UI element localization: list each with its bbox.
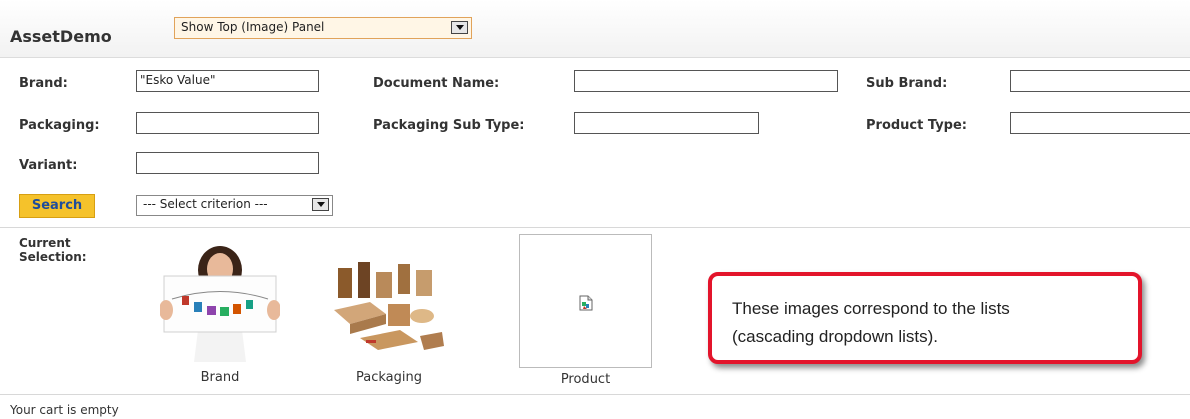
criterion-select[interactable]: --- Select criterion --- bbox=[136, 195, 333, 216]
document-name-field[interactable] bbox=[574, 70, 838, 92]
chevron-down-icon[interactable] bbox=[451, 21, 468, 34]
packaging-field[interactable] bbox=[136, 112, 319, 134]
document-name-label: Document Name: bbox=[373, 76, 500, 91]
sub-brand-label: Sub Brand: bbox=[866, 76, 948, 91]
brand-field[interactable]: "Esko Value" bbox=[136, 70, 319, 92]
packaging-sub-type-field[interactable] bbox=[574, 112, 759, 134]
app-title: AssetDemo bbox=[10, 27, 112, 46]
criterion-select-value: --- Select criterion --- bbox=[143, 197, 268, 211]
callout-line-2: (cascading dropdown lists). bbox=[732, 327, 938, 346]
divider bbox=[0, 394, 1190, 395]
variant-field[interactable] bbox=[136, 152, 319, 174]
cart-status: Your cart is empty bbox=[10, 403, 119, 417]
packaging-label: Packaging: bbox=[19, 118, 100, 133]
divider bbox=[0, 227, 1190, 228]
product-type-field[interactable] bbox=[1010, 112, 1190, 134]
product-thumbnail-image[interactable] bbox=[519, 234, 652, 368]
panel-select-value: Show Top (Image) Panel bbox=[181, 20, 325, 34]
current-selection-heading: Current Selection: bbox=[19, 236, 87, 264]
variant-label: Variant: bbox=[19, 158, 78, 173]
search-button[interactable]: Search bbox=[19, 194, 95, 218]
product-thumbnail-label: Product bbox=[560, 372, 611, 387]
chevron-down-icon[interactable] bbox=[312, 198, 329, 211]
heading-line-2: Selection: bbox=[19, 250, 87, 264]
packaging-thumbnail-image[interactable] bbox=[330, 258, 448, 358]
brand-label: Brand: bbox=[19, 76, 68, 91]
sub-brand-field[interactable] bbox=[1010, 70, 1190, 92]
broken-image-icon bbox=[579, 295, 593, 311]
heading-line-1: Current bbox=[19, 236, 71, 250]
product-type-label: Product Type: bbox=[866, 118, 967, 133]
annotation-callout: These images correspond to the lists (ca… bbox=[708, 272, 1142, 364]
packaging-sub-type-label: Packaging Sub Type: bbox=[373, 118, 525, 133]
panel-select[interactable]: Show Top (Image) Panel bbox=[174, 17, 472, 39]
packaging-thumbnail-label: Packaging bbox=[356, 370, 422, 385]
brand-thumbnail-image[interactable] bbox=[160, 244, 280, 362]
callout-line-1: These images correspond to the lists bbox=[732, 299, 1010, 318]
brand-thumbnail-label: Brand bbox=[200, 370, 240, 385]
